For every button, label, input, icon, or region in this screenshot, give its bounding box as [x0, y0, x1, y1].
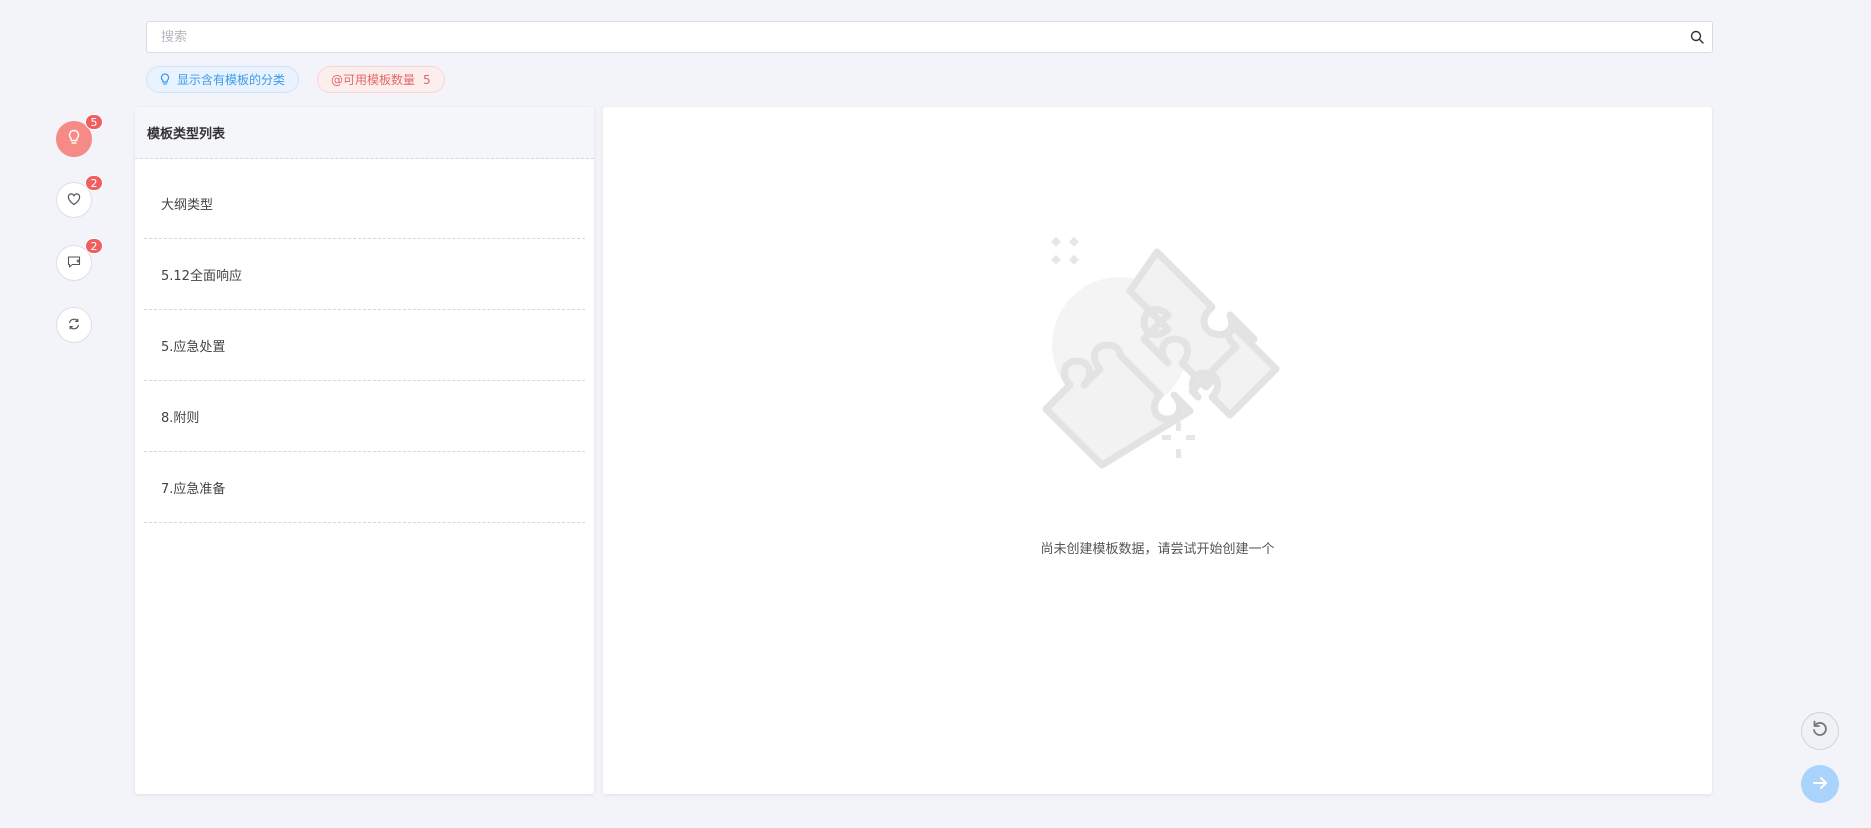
rail-favorites-button[interactable]: 2 — [56, 175, 103, 218]
undo-icon — [1811, 720, 1829, 742]
arrow-right-icon — [1812, 775, 1828, 794]
lightbulb-icon — [67, 129, 81, 149]
rail-lightbulb-button[interactable]: 5 — [56, 114, 103, 157]
search-bar[interactable] — [146, 21, 1713, 53]
rail-badge: 2 — [85, 175, 103, 191]
rail-badge: 5 — [85, 114, 103, 130]
empty-state-text: 尚未创建模板数据，请尝试开始创建一个 — [1040, 542, 1275, 557]
lightbulb-icon — [160, 73, 170, 86]
show-categories-tag[interactable]: 显示含有模板的分类 — [146, 66, 300, 93]
rail-badge: 2 — [85, 238, 103, 254]
search-icon[interactable] — [1682, 22, 1712, 52]
undo-button[interactable] — [1801, 712, 1839, 750]
puzzle-pieces-illustration — [1042, 236, 1280, 469]
rail-refresh-button[interactable] — [56, 307, 92, 343]
list-item[interactable]: 5.应急处置 — [144, 310, 585, 381]
heart-icon — [67, 191, 81, 210]
comment-add-icon — [67, 254, 81, 273]
available-count-label: @可用模板数量 — [331, 73, 416, 87]
list-item[interactable]: 大纲类型 — [144, 159, 585, 239]
rail-comments-button[interactable]: 2 — [56, 238, 103, 281]
template-type-list: 大纲类型 5.12全面响应 5.应急处置 8.附则 7.应急准备 — [135, 159, 594, 523]
template-type-panel: 模板类型列表 大纲类型 5.12全面响应 5.应急处置 8.附则 7.应急准备 — [135, 107, 594, 794]
list-item[interactable]: 8.附则 — [144, 381, 585, 452]
template-content-panel: 尚未创建模板数据，请尝试开始创建一个 — [603, 107, 1712, 794]
next-button[interactable] — [1801, 765, 1839, 803]
list-item[interactable]: 7.应急准备 — [144, 452, 585, 523]
list-item[interactable]: 5.12全面响应 — [144, 239, 585, 310]
panel-title: 模板类型列表 — [135, 107, 594, 159]
available-count-tag: @可用模板数量 5 — [317, 66, 445, 93]
available-count-value: 5 — [423, 72, 431, 87]
search-input[interactable] — [147, 22, 1682, 52]
refresh-icon — [67, 316, 81, 335]
show-categories-label: 显示含有模板的分类 — [177, 73, 286, 87]
